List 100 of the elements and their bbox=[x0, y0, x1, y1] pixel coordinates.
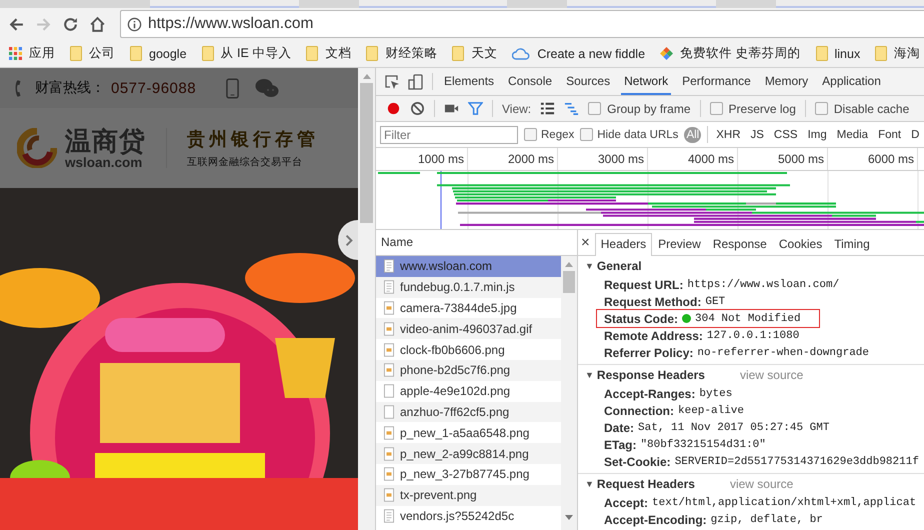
type-filter-button[interactable]: Font bbox=[876, 126, 904, 142]
folder-icon bbox=[306, 46, 318, 61]
folder-icon bbox=[202, 46, 214, 61]
header-value: bytes bbox=[699, 388, 732, 400]
page-scrollbar[interactable] bbox=[358, 68, 376, 530]
option-checkbox[interactable]: Group by frame bbox=[588, 102, 691, 116]
request-row[interactable]: camera-73844de5.jpg bbox=[376, 298, 561, 318]
home-icon[interactable] bbox=[89, 16, 106, 32]
type-filter-button[interactable]: Media bbox=[834, 126, 870, 142]
bookmark-item[interactable]: 免费软件 史蒂芬周的 bbox=[660, 45, 800, 62]
header-name: ETag: bbox=[604, 438, 636, 452]
detail-tab[interactable]: Timing bbox=[828, 233, 876, 255]
scroll-down-icon[interactable] bbox=[565, 515, 573, 520]
image-file-icon bbox=[384, 342, 394, 357]
record-icon[interactable] bbox=[386, 101, 401, 116]
apps-grid-icon bbox=[9, 47, 22, 60]
header-name: Accept-Ranges: bbox=[604, 386, 696, 400]
type-filter-button[interactable]: D bbox=[909, 126, 922, 142]
back-icon[interactable] bbox=[8, 16, 25, 32]
request-row[interactable]: p_new_2-a99c8814.png bbox=[376, 443, 561, 464]
bookmark-item[interactable]: Create a new fiddle bbox=[512, 46, 646, 60]
scrollbar-thumb[interactable] bbox=[360, 83, 373, 223]
type-filter-button[interactable]: Img bbox=[806, 126, 829, 142]
scroll-up-icon[interactable] bbox=[362, 74, 370, 79]
info-icon[interactable] bbox=[127, 16, 142, 32]
bookmark-item[interactable]: 应用 bbox=[9, 45, 55, 62]
section-title[interactable]: Request Headers bbox=[596, 477, 695, 491]
type-filter-button[interactable]: XHR bbox=[714, 126, 742, 142]
request-row[interactable]: video-anim-496037ad.gif bbox=[376, 318, 561, 340]
image-file-icon bbox=[384, 363, 394, 378]
option-checkbox[interactable]: Preserve log bbox=[710, 102, 796, 116]
filter-checkbox[interactable]: Regex bbox=[524, 128, 574, 141]
bookmark-item[interactable]: 天文 bbox=[452, 45, 498, 62]
mobile-icon[interactable] bbox=[226, 78, 240, 98]
logo-name: 温商贷 bbox=[65, 126, 146, 154]
expand-triangle-icon[interactable]: ▼ bbox=[585, 261, 594, 271]
request-row[interactable]: vendors.js?55242d5c bbox=[376, 506, 561, 526]
filter-checkbox[interactable]: Hide data URLs bbox=[580, 128, 678, 141]
request-row[interactable]: www.wsloan.com bbox=[376, 256, 561, 277]
image-file-icon bbox=[384, 446, 394, 461]
blank-file-icon bbox=[384, 404, 394, 419]
chat-bubbles-icon[interactable] bbox=[255, 78, 280, 98]
type-filter-button[interactable]: CSS bbox=[772, 126, 800, 142]
filter-field[interactable]: Filter bbox=[380, 126, 518, 144]
section-title[interactable]: Response Headers bbox=[596, 368, 705, 382]
bookmark-item[interactable]: 财经策略 bbox=[366, 45, 438, 62]
bookmark-item[interactable]: google bbox=[130, 46, 187, 61]
view-source-link[interactable]: view source bbox=[730, 477, 794, 491]
header-value: text/html,application/xhtml+xml,applicat bbox=[652, 496, 916, 508]
devtools-tab[interactable]: Memory bbox=[762, 68, 812, 95]
devtools-tab[interactable]: Elements bbox=[441, 68, 498, 95]
request-row[interactable]: fundebug.0.1.7.min.js bbox=[376, 276, 561, 298]
view-source-link[interactable]: view source bbox=[740, 368, 804, 382]
devtools-tab[interactable]: Console bbox=[505, 68, 556, 95]
expand-triangle-icon[interactable]: ▼ bbox=[585, 479, 594, 489]
header-name: Status Code: bbox=[604, 312, 678, 326]
filter-icon[interactable] bbox=[468, 101, 483, 116]
detail-tab[interactable]: Preview bbox=[652, 233, 707, 255]
detail-tab[interactable]: Headers bbox=[594, 233, 652, 256]
request-row[interactable]: p_new_1-a5aa6548.png bbox=[376, 422, 561, 444]
bookmark-item[interactable]: 从 IE 中导入 bbox=[202, 45, 292, 62]
view-label: View: bbox=[502, 102, 532, 116]
option-checkbox[interactable]: Disable cache bbox=[814, 102, 910, 116]
request-row[interactable]: p_new_3-27b87745.png bbox=[376, 464, 561, 485]
header-value: keep-alive bbox=[678, 404, 744, 416]
address-bar[interactable]: https://www.wsloan.com bbox=[120, 10, 924, 38]
diamond-logo-icon bbox=[660, 47, 674, 60]
detail-tab[interactable]: Cookies bbox=[772, 233, 828, 255]
reload-icon[interactable] bbox=[62, 16, 79, 32]
header-value: GET bbox=[705, 296, 726, 308]
list-view-icon[interactable] bbox=[540, 101, 556, 116]
image-file-icon bbox=[384, 300, 394, 315]
waterfall-view-icon[interactable] bbox=[564, 101, 580, 116]
bookmark-item[interactable]: linux bbox=[816, 46, 860, 61]
scrollbar-thumb[interactable] bbox=[563, 271, 575, 293]
list-scrollbar[interactable] bbox=[561, 256, 577, 530]
request-row[interactable]: clock-fb0b6606.png bbox=[376, 339, 561, 360]
scroll-up-icon[interactable] bbox=[565, 262, 573, 267]
devtools-tab[interactable]: Performance bbox=[679, 68, 754, 95]
clear-icon[interactable] bbox=[410, 101, 425, 116]
type-filter-button[interactable]: JS bbox=[748, 126, 766, 142]
header-value: gzip, deflate, br bbox=[710, 514, 823, 526]
bookmark-item[interactable]: 文档 bbox=[306, 45, 352, 62]
request-row[interactable]: tx-prevent.png bbox=[376, 484, 561, 506]
device-toolbar-icon[interactable] bbox=[408, 74, 424, 90]
section-title[interactable]: General bbox=[596, 259, 642, 273]
inspect-icon[interactable] bbox=[384, 74, 400, 90]
folder-icon bbox=[366, 46, 378, 61]
bookmark-item[interactable]: 公司 bbox=[70, 45, 115, 62]
devtools-tab[interactable]: Sources bbox=[563, 68, 614, 95]
close-icon[interactable]: × bbox=[580, 234, 595, 255]
expand-triangle-icon[interactable]: ▼ bbox=[585, 370, 594, 380]
detail-tab[interactable]: Response bbox=[706, 233, 773, 255]
request-row[interactable]: phone-b2d5c7f6.png bbox=[376, 360, 561, 381]
request-row[interactable]: apple-4e9e102d.png bbox=[376, 380, 561, 402]
devtools-tab[interactable]: Application bbox=[819, 68, 884, 95]
time-ruler-label: 4000 ms bbox=[648, 148, 738, 170]
bookmark-item[interactable]: 海淘 bbox=[875, 45, 920, 62]
chevron-right-icon bbox=[345, 234, 353, 246]
request-row[interactable]: anzhuo-7ff62cf5.png bbox=[376, 402, 561, 422]
